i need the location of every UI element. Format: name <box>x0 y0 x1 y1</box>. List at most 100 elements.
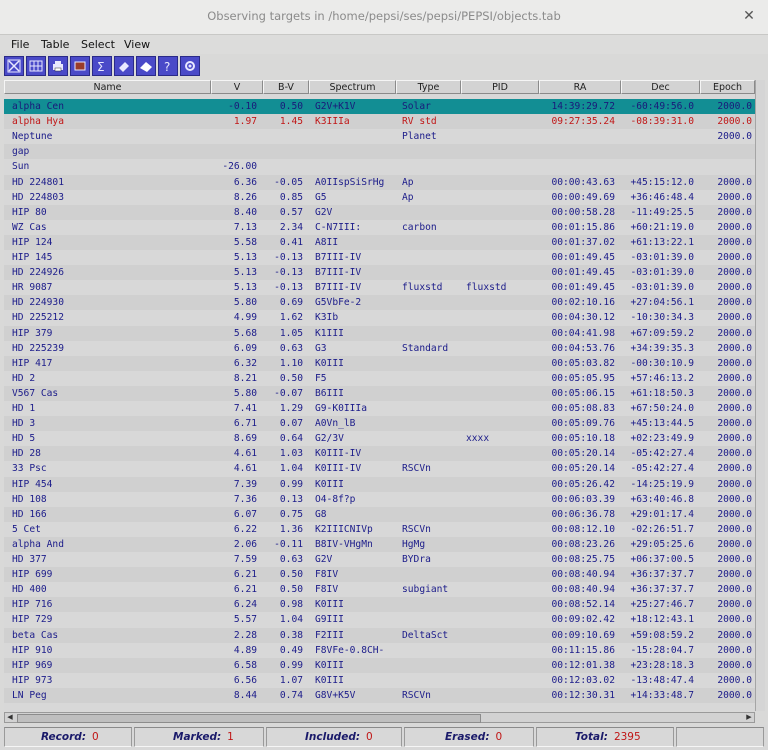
cell-name: HIP 379 <box>12 327 53 339</box>
cell-epoch: 2000.0 <box>717 252 752 263</box>
table-row[interactable]: alpha And 2.06 -0.11 B8IV-VHgMn HgMg 00:08:23… <box>4 536 755 552</box>
cell-dec: +63:40:46.8 <box>630 493 694 505</box>
vertical-scrollbar[interactable] <box>755 80 765 711</box>
table-row[interactable]: HIP 910 4.89 0.49 F8VFe-0.8CH- 00:11:15.86 -1… <box>4 643 755 658</box>
table-row[interactable]: LN Peg 8.44 0.74 G8V+K5V RSCVn 00:12:30.31 +14… <box>4 687 755 703</box>
table-row[interactable]: 33 Psc 4.61 1.04 K0III-IV RSCVn 00:05:20.14 -0… <box>4 461 755 476</box>
table-row[interactable]: HD 224926 5.13 -0.13 B7III-IV 00:01:49.45 -03… <box>4 265 755 281</box>
cell-epoch: 2000.0 <box>717 297 752 309</box>
table-row[interactable]: HD 224801 6.36 -0.05 A0IIspSiSrHg Ap 00:00:43… <box>4 174 755 190</box>
table-row[interactable]: HD 400 6.21 0.50 F8IV subgiant 00:08:40.94 +36… <box>4 582 755 597</box>
cut-icon[interactable] <box>70 56 90 76</box>
cell-dec: +45:13:44.5 <box>630 418 694 430</box>
table-row[interactable]: HIP 699 6.21 0.50 F8IV 00:08:40.94 +36:37:37.… <box>4 567 755 583</box>
table-row[interactable]: HD 3 6.71 0.07 A0Vn_lB 00:05:09.76 +45:13:44.… <box>4 416 755 432</box>
table-row[interactable]: HD 1 7.41 1.29 G9-K0IIIa 00:05:08.83 +67:50:2… <box>4 401 755 416</box>
column-header-epoch[interactable]: Epoch <box>700 80 755 94</box>
scroll-right-icon[interactable]: ▶ <box>744 713 754 722</box>
close-icon[interactable]: ✕ <box>740 7 758 25</box>
cell-dec: -00:30:10.9 <box>630 357 694 369</box>
table-row[interactable]: gap <box>4 144 755 160</box>
cell-type: HgMg <box>402 538 426 550</box>
erase-icon[interactable] <box>136 56 156 76</box>
cell-epoch: 2000.0 <box>717 342 752 354</box>
column-header-ra[interactable]: RA <box>539 80 621 94</box>
menu-file[interactable]: File <box>11 38 29 51</box>
cell-bv: 1.62 <box>279 312 303 324</box>
table-row[interactable]: Sun -26.00 <box>4 159 755 174</box>
cell-type: RSCVn <box>402 463 431 475</box>
table-row[interactable]: HIP 145 5.13 -0.13 B7III-IV 00:01:49.45 -03:0… <box>4 250 755 265</box>
table-row[interactable]: HR 9087 5.13 -0.13 B7III-IV fluxstd fluxstd 00… <box>4 280 755 295</box>
column-header-pid[interactable]: PID <box>461 80 539 94</box>
table-row[interactable]: HD 377 7.59 0.63 G2V BYDra 00:08:25.75 +06:37:… <box>4 552 755 567</box>
table-row[interactable]: HD 224930 5.80 0.69 G5VbFe-2 00:02:10.16 +27:… <box>4 295 755 311</box>
cell-spectrum: B6III <box>315 387 344 399</box>
column-header-name[interactable]: Name <box>4 80 211 94</box>
cell-name: alpha And <box>12 538 64 550</box>
cell-spectrum: F8VFe-0.8CH- <box>315 644 385 656</box>
table-row[interactable]: alpha Hya 1.97 1.45 K3IIIa RV std 09:27:35.24… <box>4 114 755 130</box>
table-row[interactable]: HIP 454 7.39 0.99 K0III 00:05:26.42 -14:25:19… <box>4 476 755 492</box>
cell-ra: 00:00:43.63 <box>551 176 615 188</box>
cell-v: 4.61 <box>233 463 257 475</box>
table-row[interactable]: HIP 124 5.58 0.41 A8II 00:01:37.02 +61:13:22.… <box>4 234 755 250</box>
cell-spectrum: O4-8f?p <box>315 493 356 505</box>
cell-bv: 0.41 <box>279 236 303 248</box>
cell-v: 6.58 <box>233 659 257 671</box>
column-header-type[interactable]: Type <box>396 80 461 94</box>
table-row[interactable]: HIP 417 6.32 1.10 K0III 00:05:03.82 -00:30:10… <box>4 355 755 371</box>
table-row[interactable]: HD 108 7.36 0.13 O4-8f?p 00:06:03.39 +63:40:4… <box>4 492 755 507</box>
horizontal-scrollbar[interactable]: ◀ ▶ <box>4 712 755 723</box>
table-row[interactable]: HD 5 8.69 0.64 G2/3V xxxx 00:05:10.18 +02:23:4… <box>4 431 755 446</box>
cell-bv: 1.07 <box>279 674 303 686</box>
column-header-v[interactable]: V <box>211 80 263 94</box>
table-row[interactable]: HIP 729 5.57 1.04 G9III 00:09:02.42 +18:12:43… <box>4 612 755 627</box>
help-icon[interactable]: ? <box>158 56 178 76</box>
table-row[interactable]: HD 225239 6.09 0.63 G3 Standard 00:04:53.76 +3… <box>4 341 755 356</box>
menu-view[interactable]: View <box>124 38 150 51</box>
menu-table[interactable]: Table <box>41 38 69 51</box>
scroll-thumb[interactable] <box>17 714 481 723</box>
column-header-bv[interactable]: B-V <box>263 80 309 94</box>
table-row[interactable]: HIP 969 6.58 0.99 K0III 00:12:01.38 +23:28:18… <box>4 657 755 673</box>
menu-select[interactable]: Select <box>81 38 115 51</box>
status-total: Total: 2395 <box>536 727 674 747</box>
select-all-icon[interactable] <box>4 56 24 76</box>
scroll-left-icon[interactable]: ◀ <box>5 713 15 722</box>
table-row[interactable]: HIP 716 6.24 0.98 K0III 00:08:52.14 +25:27:46… <box>4 597 755 613</box>
cell-bv: 0.75 <box>279 508 303 520</box>
column-header-dec[interactable]: Dec <box>621 80 700 94</box>
column-header-spectrum[interactable]: Spectrum <box>309 80 396 94</box>
sum-icon[interactable]: Σ <box>92 56 112 76</box>
table-row[interactable]: V567 Cas 5.80 -0.07 B6III 00:05:06.15 +61:18:… <box>4 385 755 401</box>
cell-epoch: 2000.0 <box>717 493 752 505</box>
settings-icon[interactable] <box>180 56 200 76</box>
tag-icon[interactable] <box>114 56 134 76</box>
table-row[interactable]: HD 166 6.07 0.75 G8 00:06:36.78 +29:01:17.4 20… <box>4 506 755 522</box>
columns-icon[interactable] <box>26 56 46 76</box>
targets-table[interactable]: Name V B-V Spectrum Type PID RA Dec Epoc… <box>4 80 755 711</box>
table-row[interactable]: WZ Cas 7.13 2.34 C-N7III: carbon 00:01:15.86 +… <box>4 220 755 235</box>
table-row[interactable]: beta Cas 2.28 0.38 F2III DeltaSct 00:09:10.69… <box>4 627 755 643</box>
table-row[interactable]: HIP 973 6.56 1.07 K0III 00:12:03.02 -13:48:47… <box>4 673 755 688</box>
table-row[interactable]: 5 Cet 6.22 1.36 K2IIICNIVp RSCVn 00:08:12.10 -… <box>4 522 755 537</box>
table-row[interactable]: alpha Cen -0.10 0.50 G2V+K1V Solar 14:39:29.7… <box>4 99 755 114</box>
app-window: Observing targets in /home/pepsi/ses/pep… <box>0 0 768 750</box>
table-row[interactable]: HD 2 8.21 0.50 F5 00:05:05.95 +57:46:13.2 2000… <box>4 371 755 386</box>
table-row[interactable]: HIP 80 8.40 0.57 G2V 00:00:58.28 -11:49:25.5 2… <box>4 204 755 220</box>
cell-v: 7.41 <box>233 403 257 414</box>
table-row[interactable]: HD 224803 8.26 0.85 G5 Ap 00:00:49.69 +36:46:4… <box>4 190 755 205</box>
table-row[interactable]: Neptune Planet 2000.0 <box>4 129 755 144</box>
table-row[interactable]: HIP 379 5.68 1.05 K1III 00:04:41.98 +67:09:59… <box>4 325 755 341</box>
table-row[interactable]: HD 28 4.61 1.03 K0III-IV 00:05:20.14 -05:42:2… <box>4 446 755 462</box>
status-bar: Record: 0 Marked: 1 Included: 0 Erased: 0 To… <box>0 725 768 750</box>
table-row[interactable]: HD 225212 4.99 1.62 K3Ib 00:04:30.12 -10:30:3… <box>4 310 755 325</box>
cell-bv: 0.13 <box>279 493 303 505</box>
status-record-value: 0 <box>92 731 99 743</box>
cell-type: RSCVn <box>402 689 431 701</box>
cell-ra: 00:01:37.02 <box>551 236 615 248</box>
status-marked-value: 1 <box>227 731 234 743</box>
cell-dec: +67:09:59.2 <box>630 327 694 339</box>
print-icon[interactable] <box>48 56 68 76</box>
